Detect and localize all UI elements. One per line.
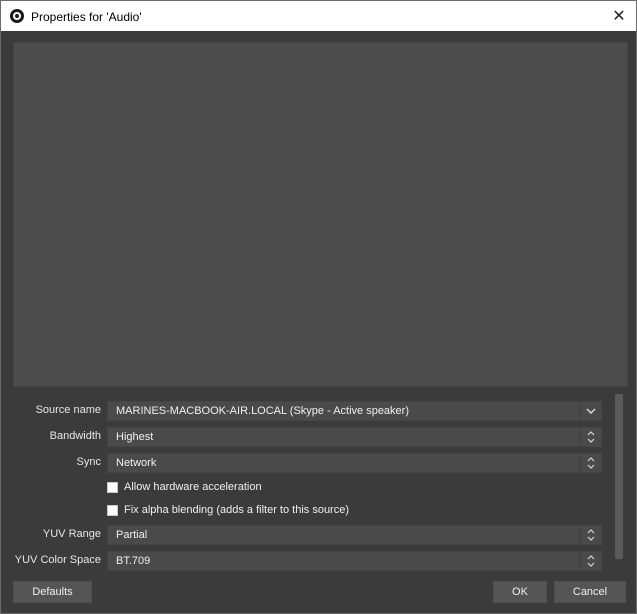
title-bar: Properties for 'Audio' ✕ [1, 1, 636, 31]
properties-panel: Source name MARINES-MACBOOK-AIR.LOCAL (S… [13, 394, 613, 574]
defaults-button[interactable]: Defaults [13, 581, 92, 603]
fix-alpha-checkbox[interactable] [107, 505, 118, 516]
window-title: Properties for 'Audio' [31, 10, 142, 24]
ok-button[interactable]: OK [493, 581, 547, 603]
row-source-name: Source name MARINES-MACBOOK-AIR.LOCAL (S… [13, 401, 603, 421]
properties-scrollbar[interactable] [614, 394, 624, 566]
obs-app-icon [10, 9, 24, 23]
bandwidth-label: Bandwidth [49, 430, 101, 442]
row-bandwidth: Bandwidth Highest [13, 427, 603, 447]
source-preview [13, 42, 628, 387]
updown-arrows-icon[interactable] [580, 552, 601, 570]
cancel-button[interactable]: Cancel [554, 581, 626, 603]
source-name-label: Source name [35, 404, 101, 416]
source-name-value: MARINES-MACBOOK-AIR.LOCAL (Skype - Activ… [116, 405, 409, 417]
source-name-dropdown[interactable]: MARINES-MACBOOK-AIR.LOCAL (Skype - Activ… [107, 401, 602, 421]
hw-accel-checkbox[interactable] [107, 482, 118, 493]
close-button[interactable]: ✕ [602, 1, 636, 31]
yuv-color-space-value: BT.709 [116, 555, 151, 567]
scroll-thumb[interactable] [615, 394, 623, 559]
updown-arrows-icon[interactable] [580, 454, 601, 472]
updown-arrows-icon[interactable] [580, 428, 601, 446]
fix-alpha-label: Fix alpha blending (adds a filter to thi… [124, 504, 350, 516]
row-yuv-range: YUV Range Partial [13, 525, 603, 545]
sync-label: Sync [76, 456, 101, 468]
yuv-color-space-select[interactable]: BT.709 [107, 551, 602, 571]
bandwidth-value: Highest [116, 431, 154, 443]
bandwidth-select[interactable]: Highest [107, 427, 602, 447]
yuv-range-value: Partial [116, 529, 148, 541]
yuv-range-select[interactable]: Partial [107, 525, 602, 545]
row-sync: Sync Network [13, 453, 603, 473]
yuv-range-label: YUV Range [42, 528, 101, 540]
yuv-color-space-label: YUV Color Space [14, 554, 101, 566]
hw-accel-label: Allow hardware acceleration [124, 481, 262, 493]
sync-value: Network [116, 457, 157, 469]
sync-select[interactable]: Network [107, 453, 602, 473]
row-yuv-color-space: YUV Color Space BT.709 [13, 551, 603, 571]
chevron-down-icon[interactable] [580, 402, 601, 420]
properties-dialog: Properties for 'Audio' ✕ Source name MAR… [0, 0, 637, 614]
updown-arrows-icon[interactable] [580, 526, 601, 544]
